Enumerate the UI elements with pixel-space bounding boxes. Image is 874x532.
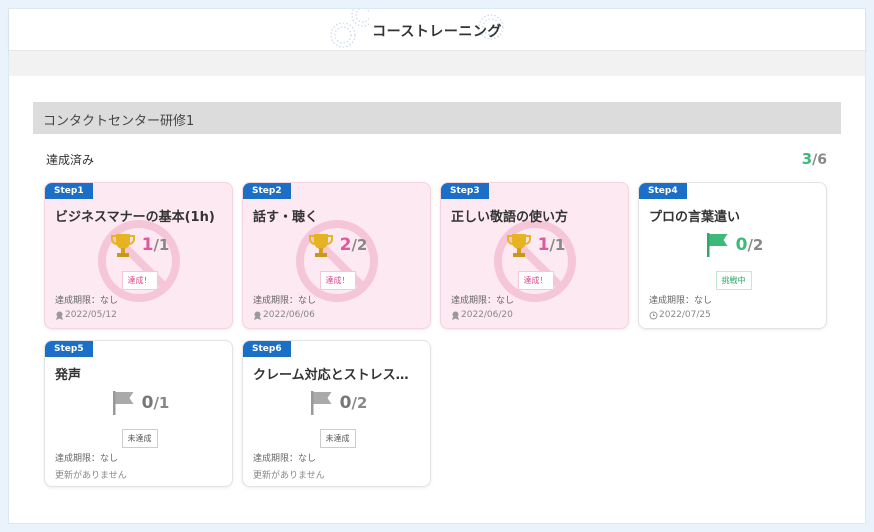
completed-count: 0/1 (141, 393, 170, 413)
step-title: 発声 (55, 368, 82, 383)
step-badge: Step3 (441, 183, 489, 199)
step-title: 話す・聴く (253, 210, 319, 225)
step-badge: Step6 (243, 341, 291, 357)
step-badge: Step1 (45, 183, 93, 199)
step-title: 正しい敬語の使い方 (451, 210, 569, 225)
completed-count: 1/1 (537, 235, 566, 255)
course-section-header[interactable]: コンタクトセンター研修1 (33, 102, 841, 134)
updated-date: 2022/07/25 (659, 310, 711, 320)
step-badge: Step2 (243, 183, 291, 199)
gray-flag-icon (112, 391, 134, 415)
medal-icon (254, 311, 261, 320)
app-frame: コーストレーニング コンタクトセンター研修1 達成済み 3/6 Step1 ビジ… (8, 8, 866, 524)
deadline-text: 達成期限：なし (649, 296, 713, 306)
step-title: ビジネスマナーの基本(1h) (55, 210, 215, 225)
completed-count: 2/2 (339, 235, 368, 255)
completed-count: 0/2 (735, 235, 764, 255)
achievement-status-label: 達成済み (46, 153, 95, 167)
completed-count: 0/2 (339, 393, 368, 413)
update-status-text: 更新がありません (55, 471, 127, 481)
deadline-text: 達成期限：なし (451, 296, 515, 306)
page-title: コーストレーニング (372, 24, 502, 40)
deadline-text: 達成期限：なし (253, 454, 317, 464)
achieved-date: 2022/05/12 (65, 310, 117, 320)
course-section-title: コンタクトセンター研修1 (43, 114, 195, 129)
medal-icon (56, 311, 63, 320)
deadline-text: 達成期限：なし (253, 296, 317, 306)
trophy-icon (506, 234, 531, 257)
header-band (9, 52, 865, 76)
step-title: プロの言葉遣い (649, 210, 741, 225)
status-tag: 達成！ (121, 271, 158, 290)
step-card-3[interactable]: Step3 正しい敬語の使い方 1/1 達成！ 達成期限：なし 2022/06/… (440, 182, 629, 329)
course-progress: 3/6 (802, 150, 827, 168)
clock-icon (649, 311, 658, 319)
status-tag: 挑戦中 (715, 271, 752, 290)
status-tag: 未達成 (319, 429, 356, 448)
completed-count: 1/1 (141, 235, 170, 255)
update-status-text: 更新がありません (253, 471, 325, 481)
step-card-6[interactable]: Step6 クレーム対応とストレス… 0/2 未達成 達成期限：なし 更新があり… (242, 340, 431, 487)
gray-flag-icon (310, 391, 332, 415)
deadline-text: 達成期限：なし (55, 454, 119, 464)
status-tag: 未達成 (121, 429, 158, 448)
progress-total: /6 (812, 152, 827, 168)
step-card-2[interactable]: Step2 話す・聴く 2/2 達成！ 達成期限：なし 2022/06/06 (242, 182, 431, 329)
step-badge: Step5 (45, 341, 93, 357)
trophy-icon (110, 234, 135, 257)
step-badge: Step4 (639, 183, 687, 199)
trophy-icon (308, 234, 333, 257)
green-flag-icon (706, 233, 728, 257)
achieved-date: 2022/06/06 (263, 310, 315, 320)
step-card-1[interactable]: Step1 ビジネスマナーの基本(1h) 1/1 達成！ 達成期限：なし 202… (44, 182, 233, 329)
page-header: コーストレーニング (9, 9, 865, 51)
status-tag: 達成！ (517, 271, 554, 290)
step-title: クレーム対応とストレス… (253, 368, 409, 383)
medal-icon (452, 311, 459, 320)
deadline-text: 達成期限：なし (55, 296, 119, 306)
step-card-5[interactable]: Step5 発声 0/1 未達成 達成期限：なし 更新がありません (44, 340, 233, 487)
status-tag: 達成！ (319, 271, 356, 290)
achieved-date: 2022/06/20 (461, 310, 513, 320)
progress-done: 3 (801, 150, 813, 168)
step-card-4[interactable]: Step4 プロの言葉遣い 0/2 挑戦中 達成期限：なし 2022/07/25 (638, 182, 827, 329)
